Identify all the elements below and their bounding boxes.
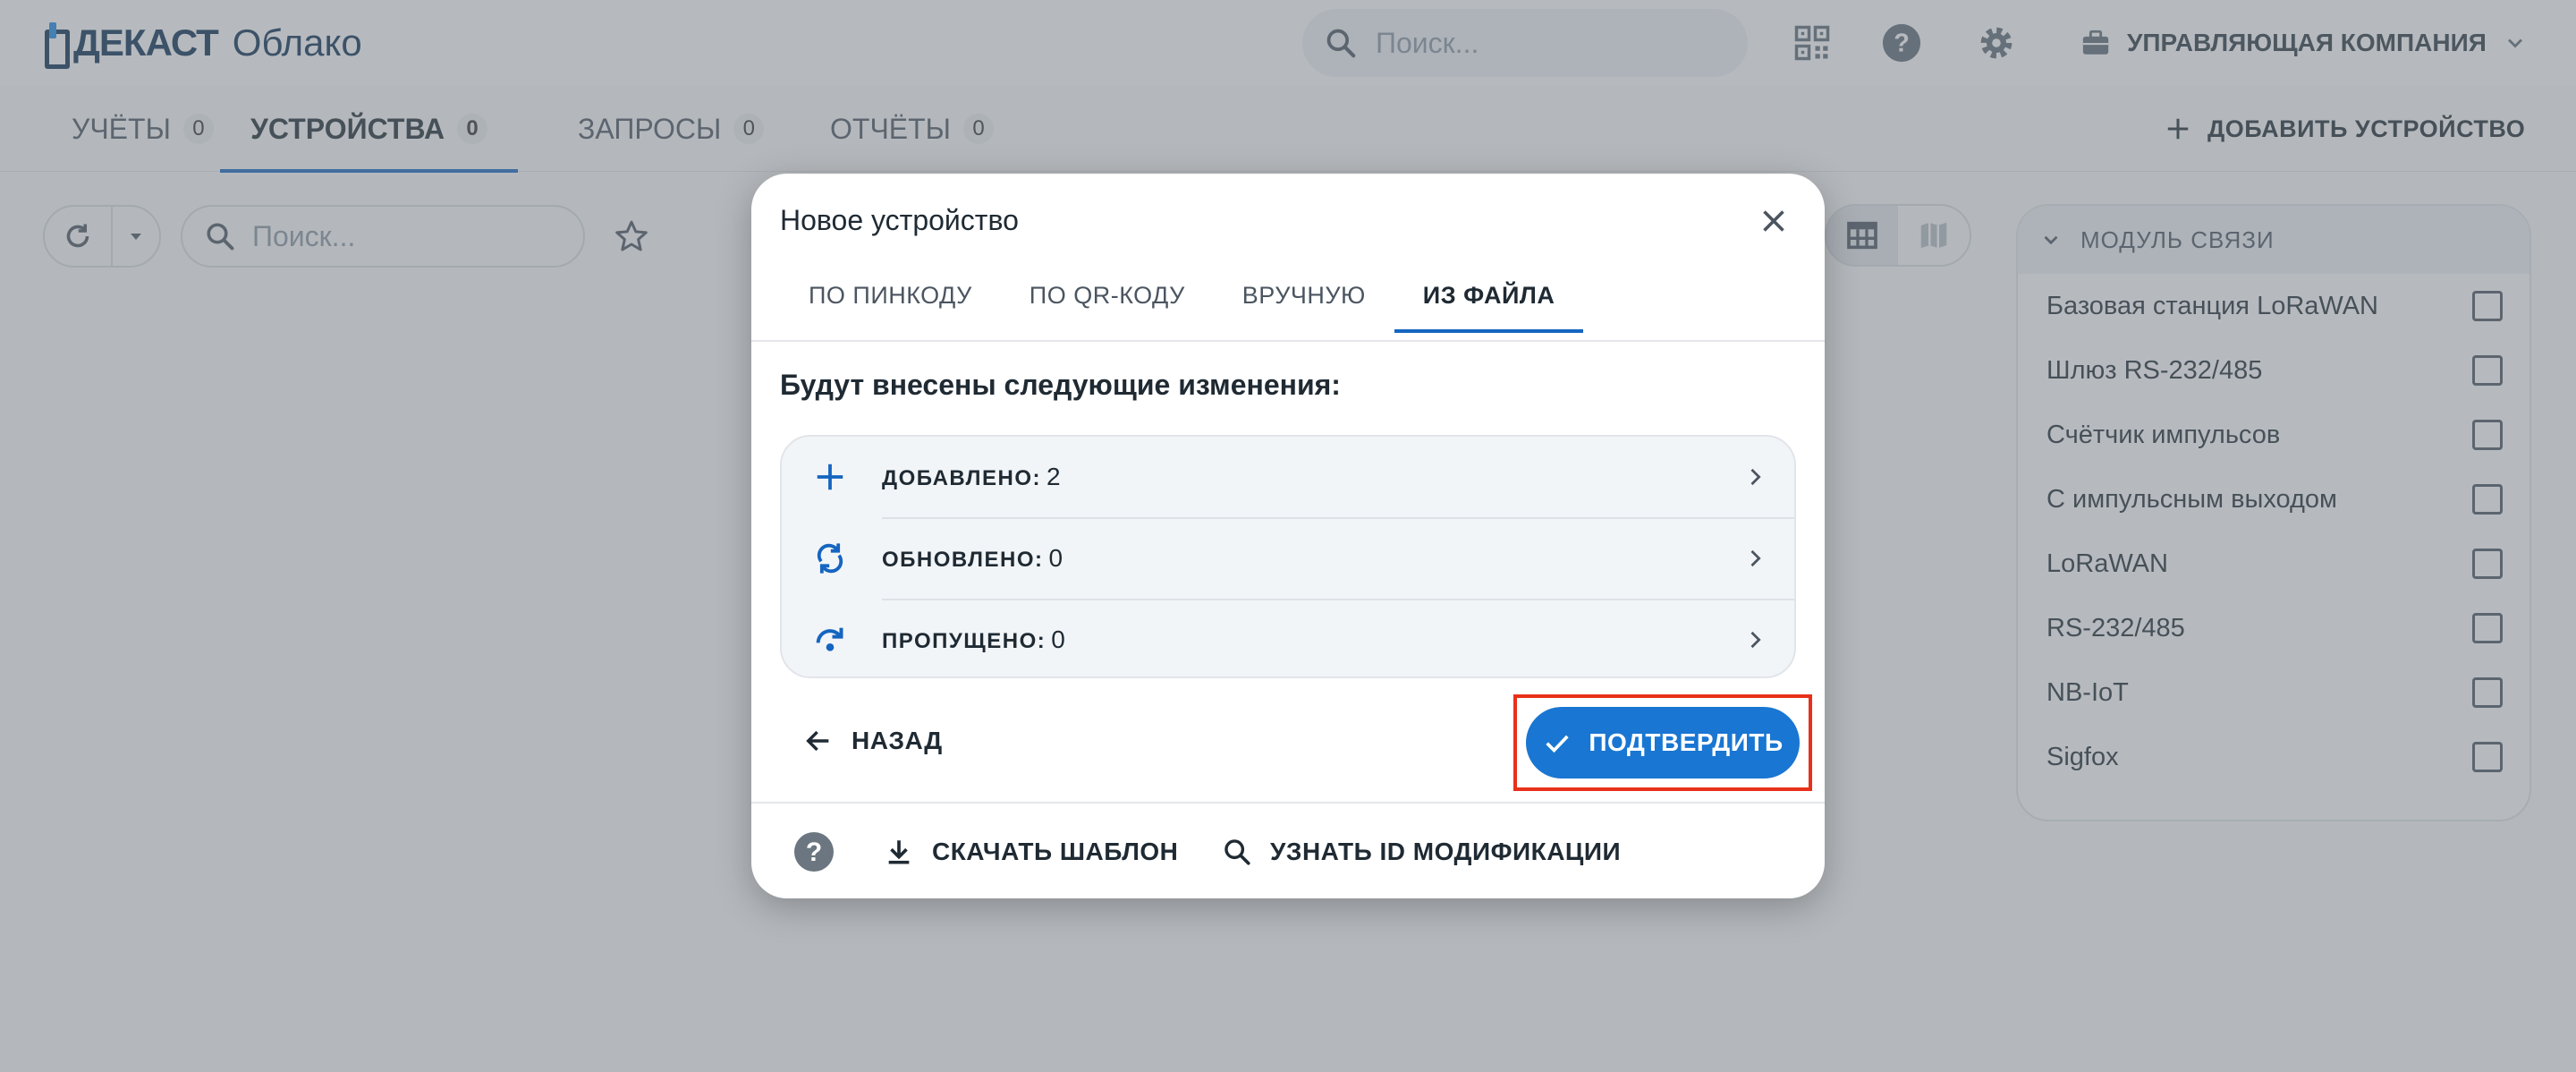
change-label: ОБНОВЛЕНО: 0: [882, 544, 1063, 572]
download-template-label: СКАЧАТЬ ШАБЛОН: [932, 838, 1179, 865]
arrow-left-icon: [806, 730, 829, 752]
help-icon[interactable]: ?: [792, 830, 835, 873]
skip-icon: [809, 618, 852, 661]
close-icon[interactable]: [1750, 197, 1798, 245]
dialog-title: Новое устройство: [780, 204, 1019, 236]
changes-heading: Будут внесены следующие изменения:: [780, 369, 1341, 401]
find-modification-id-button[interactable]: УЗНАТЬ ID МОДИФИКАЦИИ: [1222, 827, 1621, 877]
confirm-highlight: ПОДТВЕРДИТЬ: [1513, 694, 1812, 791]
dialog-tabs: ПО ПИНКОДУ ПО QR-КОДУ ВРУЧНУЮ ИЗ ФАЙЛА: [780, 258, 1583, 333]
change-row-updated[interactable]: ОБНОВЛЕНО: 0: [782, 518, 1794, 599]
search-icon: [1224, 839, 1250, 865]
change-label: ДОБАВЛЕНО: 2: [882, 463, 1061, 490]
check-icon: [1546, 735, 1570, 753]
chevron-right-icon: [1737, 540, 1773, 576]
divider: [751, 340, 1825, 342]
change-value: 0: [1051, 625, 1065, 653]
new-device-dialog: Новое устройство ПО ПИНКОДУ ПО QR-КОДУ В…: [751, 174, 1825, 898]
tab-by-pincode[interactable]: ПО ПИНКОДУ: [780, 258, 1001, 333]
change-label: ПРОПУЩЕНО: 0: [882, 625, 1065, 653]
tab-manual[interactable]: ВРУЧНУЮ: [1214, 258, 1394, 333]
download-template-button[interactable]: СКАЧАТЬ ШАБЛОН: [884, 827, 1178, 877]
change-row-added[interactable]: ДОБАВЛЕНО: 2: [782, 437, 1794, 517]
changes-list: ДОБАВЛЕНО: 2 ОБНОВЛЕНО: 0 ПРОПУЩЕНО: 0: [780, 435, 1796, 678]
confirm-button[interactable]: ПОДТВЕРДИТЬ: [1526, 707, 1800, 778]
dialog-footer: ? СКАЧАТЬ ШАБЛОН УЗНАТЬ ID МОДИФИКАЦИИ: [751, 804, 1825, 898]
back-button[interactable]: НАЗАД: [803, 716, 943, 766]
tab-by-qr-code[interactable]: ПО QR-КОДУ: [1001, 258, 1214, 333]
change-value: 0: [1048, 544, 1063, 572]
back-label: НАЗАД: [852, 727, 943, 754]
tab-from-file[interactable]: ИЗ ФАЙЛА: [1394, 258, 1584, 333]
find-modification-id-label: УЗНАТЬ ID МОДИФИКАЦИИ: [1270, 838, 1622, 865]
chevron-right-icon: [1737, 622, 1773, 658]
sync-icon: [809, 537, 852, 580]
svg-text:?: ?: [806, 838, 822, 867]
change-row-skipped[interactable]: ПРОПУЩЕНО: 0: [782, 600, 1794, 676]
plus-icon: [809, 455, 852, 498]
download-icon: [888, 840, 910, 864]
confirm-label: ПОДТВЕРДИТЬ: [1589, 728, 1784, 756]
chevron-right-icon: [1737, 459, 1773, 495]
change-value: 2: [1046, 463, 1061, 490]
